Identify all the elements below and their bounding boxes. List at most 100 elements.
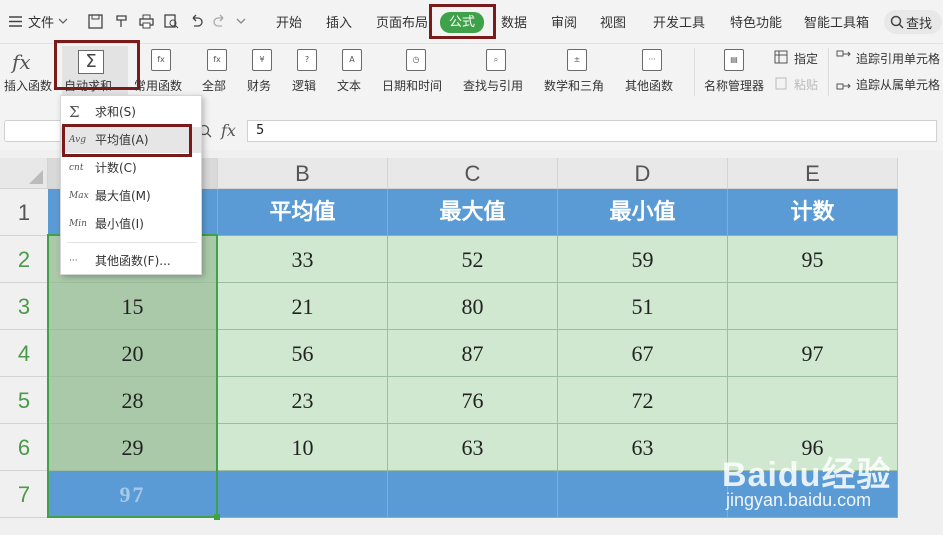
cell-b1[interactable]: 平均值	[218, 189, 388, 236]
finance-button[interactable]: 财务	[247, 77, 271, 94]
undo-icon[interactable]	[189, 14, 204, 29]
tab-smart-toolbox[interactable]: 智能工具箱	[804, 12, 869, 31]
name-manager-button[interactable]: 名称管理器	[704, 77, 764, 94]
fill-handle[interactable]	[214, 514, 220, 520]
math-icon[interactable]: ±	[567, 49, 587, 71]
tab-insert[interactable]: 插入	[326, 12, 352, 31]
cell-c1[interactable]: 最大值	[388, 189, 558, 236]
column-header-b[interactable]: B	[218, 158, 388, 189]
cell-d7[interactable]	[558, 471, 728, 518]
autosum-button[interactable]: Σ 自动求和	[62, 46, 128, 100]
all-functions-button[interactable]: 全部	[202, 77, 226, 94]
all-functions-icon[interactable]: fx	[207, 49, 227, 71]
lookup-button[interactable]: 查找与引用	[463, 77, 523, 94]
cell-d6[interactable]: 63	[558, 424, 728, 471]
cell-c5[interactable]: 76	[388, 377, 558, 424]
cell-e3[interactable]	[728, 283, 898, 330]
insert-function-icon[interactable]: fx	[12, 50, 42, 74]
cell-c2[interactable]: 52	[388, 236, 558, 283]
dropdown-item-max[interactable]: Max 最大值(M)	[61, 183, 201, 209]
cell-c4[interactable]: 87	[388, 330, 558, 377]
cell-a7[interactable]: 97	[48, 471, 218, 518]
print-preview-icon[interactable]	[164, 14, 179, 29]
row-header-5[interactable]: 5	[0, 377, 48, 424]
specify-button[interactable]: 指定	[794, 50, 818, 67]
tab-special-features[interactable]: 特色功能	[730, 12, 782, 31]
tab-view[interactable]: 视图	[600, 12, 626, 31]
cell-b4[interactable]: 56	[218, 330, 388, 377]
formula-input[interactable]: 5	[247, 120, 937, 142]
cell-d3[interactable]: 51	[558, 283, 728, 330]
row-header-3[interactable]: 3	[0, 283, 48, 330]
cell-c7[interactable]	[388, 471, 558, 518]
cell-d1[interactable]: 最小值	[558, 189, 728, 236]
print-icon[interactable]	[139, 14, 154, 29]
save-icon[interactable]	[88, 14, 103, 29]
datetime-icon[interactable]: ◷	[406, 49, 426, 71]
dropdown-item-count[interactable]: cnt 计数(C)	[61, 155, 201, 181]
select-all-corner[interactable]	[0, 158, 48, 189]
logic-button[interactable]: 逻辑	[292, 77, 316, 94]
common-functions-icon[interactable]: fx	[151, 49, 171, 71]
chevron-down-icon[interactable]	[58, 16, 68, 26]
hamburger-icon[interactable]	[8, 14, 23, 29]
paste-button[interactable]: 粘贴	[794, 76, 818, 93]
lookup-icon[interactable]: ⌕	[486, 49, 506, 71]
column-header-e[interactable]: E	[728, 158, 898, 189]
tab-formula[interactable]: 公式	[440, 12, 484, 33]
fx-icon[interactable]: fx	[221, 121, 236, 140]
logic-icon[interactable]: ?	[297, 49, 317, 71]
cell-b5[interactable]: 23	[218, 377, 388, 424]
math-button[interactable]: 数学和三角	[544, 77, 604, 94]
cell-d2[interactable]: 59	[558, 236, 728, 283]
row-header-2[interactable]: 2	[0, 236, 48, 283]
datetime-button[interactable]: 日期和时间	[382, 77, 442, 94]
row-header-1[interactable]: 1	[0, 189, 48, 236]
dropdown-item-average[interactable]: Avg 平均值(A)	[61, 127, 201, 153]
cell-b7[interactable]	[218, 471, 388, 518]
file-menu[interactable]: 文件	[28, 12, 54, 31]
tab-home[interactable]: 开始	[276, 12, 302, 31]
row-header-7[interactable]: 7	[0, 471, 48, 518]
other-functions-icon[interactable]: ···	[642, 49, 662, 71]
redo-icon[interactable]	[212, 14, 227, 29]
cell-e2[interactable]: 95	[728, 236, 898, 283]
trace-precedents-button[interactable]: 追踪引用单元格	[856, 50, 940, 67]
cell-e4[interactable]: 97	[728, 330, 898, 377]
column-header-d[interactable]: D	[558, 158, 728, 189]
text-icon[interactable]: A	[342, 49, 362, 71]
dropdown-item-sum[interactable]: Σ 求和(S)	[61, 99, 201, 125]
chevron-down-icon[interactable]	[236, 16, 246, 26]
row-header-6[interactable]: 6	[0, 424, 48, 471]
tab-data[interactable]: 数据	[501, 12, 527, 31]
cell-a3[interactable]: 15	[48, 283, 218, 330]
cell-b2[interactable]: 33	[218, 236, 388, 283]
common-functions-button[interactable]: 常用函数	[134, 77, 182, 94]
tab-review[interactable]: 审阅	[551, 12, 577, 31]
finance-icon[interactable]: ¥	[252, 49, 272, 71]
name-manager-icon[interactable]: ▤	[724, 49, 744, 71]
insert-function-button[interactable]: 插入函数	[4, 77, 52, 94]
tab-developer[interactable]: 开发工具	[653, 12, 705, 31]
cell-c6[interactable]: 63	[388, 424, 558, 471]
format-painter-icon[interactable]	[114, 14, 129, 29]
cell-e1[interactable]: 计数	[728, 189, 898, 236]
cell-e5[interactable]	[728, 377, 898, 424]
search-button[interactable]: 查找	[884, 10, 942, 34]
trace-dependents-button[interactable]: 追踪从属单元格	[856, 76, 940, 93]
row-header-4[interactable]: 4	[0, 330, 48, 377]
cell-a4[interactable]: 20	[48, 330, 218, 377]
dropdown-item-min[interactable]: Min 最小值(I)	[61, 211, 201, 237]
column-header-c[interactable]: C	[388, 158, 558, 189]
text-button[interactable]: 文本	[337, 77, 361, 94]
cell-c3[interactable]: 80	[388, 283, 558, 330]
cell-b6[interactable]: 10	[218, 424, 388, 471]
other-functions-button[interactable]: 其他函数	[625, 77, 673, 94]
cell-a6[interactable]: 29	[48, 424, 218, 471]
cell-d4[interactable]: 67	[558, 330, 728, 377]
dropdown-item-other-functions[interactable]: ··· 其他函数(F)...	[61, 248, 201, 274]
cell-a5[interactable]: 28	[48, 377, 218, 424]
cell-d5[interactable]: 72	[558, 377, 728, 424]
tab-page-layout[interactable]: 页面布局	[376, 12, 428, 31]
cell-b3[interactable]: 21	[218, 283, 388, 330]
